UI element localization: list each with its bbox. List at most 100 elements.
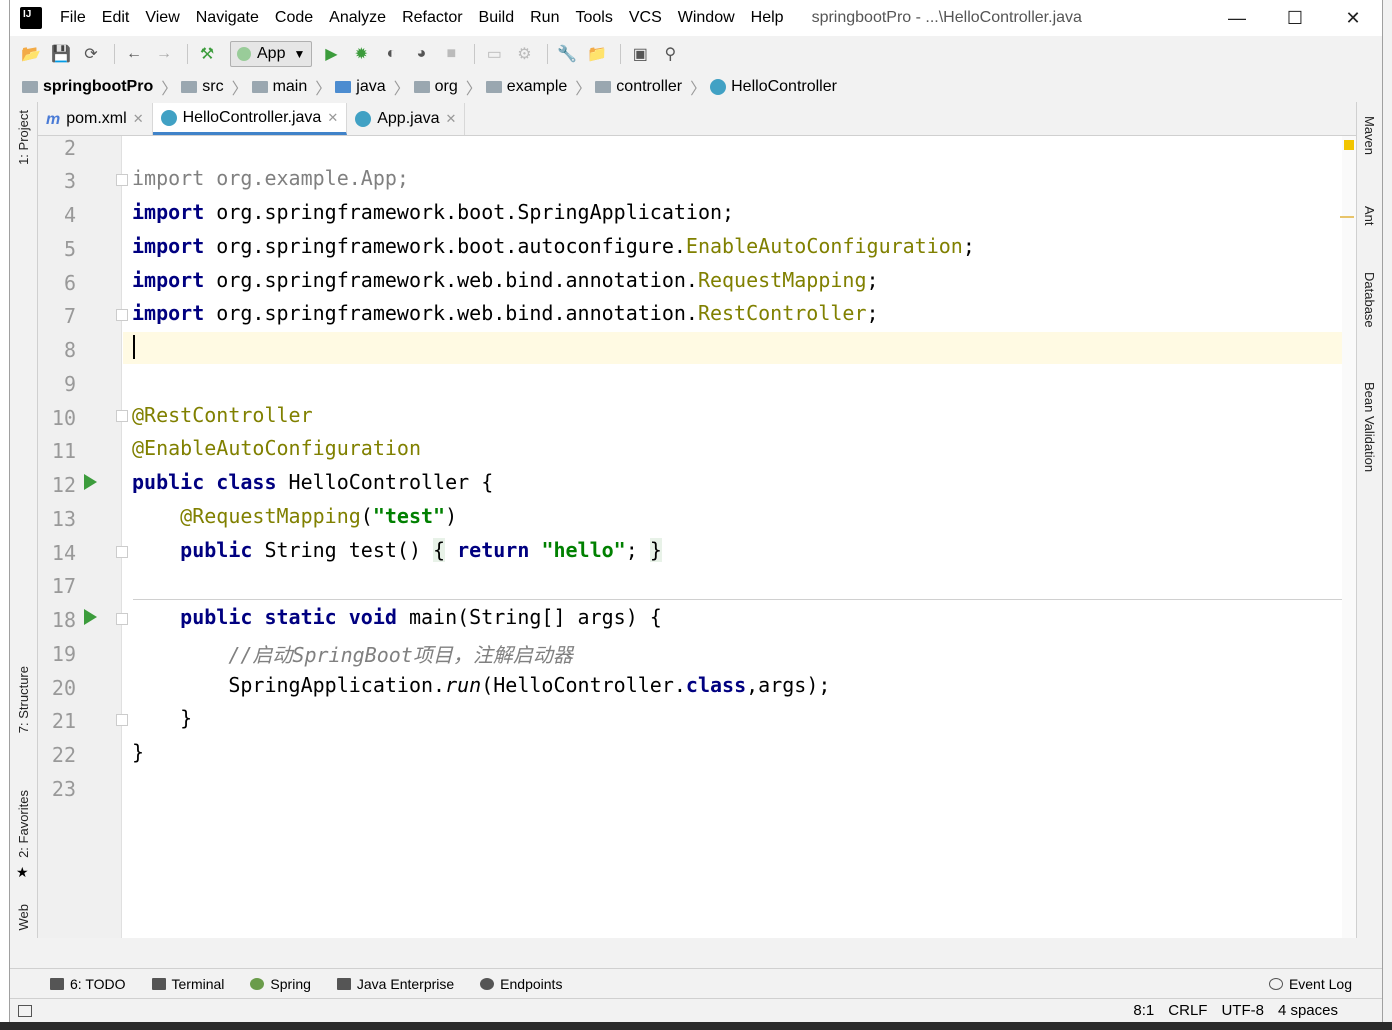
tool-java-enterprise[interactable]: Java Enterprise	[336, 976, 454, 992]
tool-web[interactable]: Web	[16, 904, 31, 931]
menu-view[interactable]: View	[137, 0, 187, 36]
run-gutter-icon[interactable]	[84, 474, 97, 490]
build-hammer-icon[interactable]: ⚒	[194, 41, 220, 67]
run-config-select[interactable]: App ▼	[230, 41, 313, 67]
breadcrumb-src[interactable]: src	[181, 78, 224, 96]
menu-refactor[interactable]: Refactor	[394, 0, 470, 36]
tool-label: Endpoints	[500, 975, 563, 992]
tab-label: HelloController.java	[182, 108, 322, 126]
close-icon[interactable]: ✕	[133, 111, 144, 127]
code-comment: //启动SpringBoot项目，注解启动器	[228, 643, 573, 667]
tab-app-java[interactable]: App.java ✕	[347, 103, 466, 135]
tool-event-log[interactable]: Event Log	[1268, 976, 1352, 992]
breadcrumb-main[interactable]: main	[251, 78, 307, 96]
breadcrumb-class[interactable]: HelloController	[710, 78, 837, 96]
line-number: 14	[51, 541, 76, 565]
settings-wrench-icon[interactable]: 🔧	[554, 41, 580, 67]
java-ee-icon	[336, 977, 351, 990]
menu-vcs[interactable]: VCS	[621, 0, 670, 36]
class-icon	[355, 111, 372, 127]
list-icon	[50, 977, 64, 990]
fold-marker-icon[interactable]	[116, 546, 128, 558]
toolbar-separator	[187, 44, 188, 64]
module-folder-icon	[22, 81, 38, 93]
line-number: 12	[51, 473, 76, 497]
vcs-icon[interactable]: ⚙	[511, 41, 537, 67]
menu-tools[interactable]: Tools	[567, 0, 620, 36]
run-gutter-icon[interactable]	[84, 609, 97, 625]
tool-spring[interactable]: Spring	[250, 976, 311, 992]
right-tool-strip: Maven Ant Database Bean Validation	[1356, 102, 1382, 938]
minimize-button[interactable]: —	[1208, 0, 1266, 36]
breadcrumb-java[interactable]: java	[335, 78, 386, 96]
fold-marker-icon[interactable]	[116, 613, 128, 625]
menu-file[interactable]: File	[52, 0, 94, 36]
error-stripe-marker[interactable]	[1340, 216, 1354, 218]
run-icon[interactable]: ▶	[318, 41, 344, 67]
window-title: springbootPro - ...\HelloController.java	[811, 9, 1082, 26]
fold-marker-icon[interactable]	[116, 410, 128, 422]
tab-hellocontroller[interactable]: HelloController.java ✕	[152, 103, 348, 135]
close-button[interactable]: ✕	[1324, 0, 1382, 36]
forward-arrow-icon[interactable]: →	[151, 41, 177, 67]
menu-window[interactable]: Window	[670, 0, 743, 36]
chevron-right-icon: 〉	[575, 81, 592, 98]
chevron-down-icon: ▼	[293, 47, 306, 61]
line-number: 10	[51, 406, 76, 430]
tool-endpoints[interactable]: Endpoints	[480, 976, 562, 992]
menu-help[interactable]: Help	[743, 0, 792, 36]
profile-icon[interactable]: ◕	[408, 41, 434, 67]
line-separator[interactable]: CRLF	[1168, 1002, 1207, 1019]
project-structure-icon[interactable]: 📁	[584, 41, 610, 67]
breadcrumb-controller[interactable]: controller	[595, 78, 682, 96]
close-icon[interactable]: ✕	[446, 111, 457, 127]
tool-todo[interactable]: 6: TODO	[50, 976, 126, 992]
stop-icon[interactable]: ■	[438, 41, 464, 67]
open-folder-icon[interactable]: 📂	[18, 41, 44, 67]
tool-label: Ant	[1362, 206, 1377, 226]
menu-run[interactable]: Run	[522, 0, 567, 36]
back-arrow-icon[interactable]: ←	[121, 41, 147, 67]
menu-build[interactable]: Build	[471, 0, 523, 36]
tool-database[interactable]: Database	[1362, 272, 1377, 328]
maximize-button[interactable]: ☐	[1266, 0, 1324, 36]
vertical-scrollbar[interactable]	[1340, 136, 1356, 938]
tool-favorites[interactable]: 2: Favorites	[16, 790, 31, 858]
intellij-logo-icon[interactable]: IJ	[17, 4, 42, 29]
attach-icon[interactable]: ▭	[481, 41, 507, 67]
tool-maven[interactable]: Maven	[1362, 116, 1377, 155]
tool-project[interactable]: 1: Project	[16, 110, 31, 165]
debug-bug-icon[interactable]: ✹	[348, 41, 374, 67]
tool-ant[interactable]: Ant	[1362, 206, 1377, 226]
sync-icon[interactable]: ⟳	[78, 41, 104, 67]
breadcrumb-example[interactable]: example	[485, 78, 567, 96]
code-line-3: import org.example.App;	[132, 166, 409, 190]
menu-analyze[interactable]: Analyze	[321, 0, 394, 36]
menu-code[interactable]: Code	[267, 0, 321, 36]
code-editor[interactable]: 2 3 4 5 6 7 8 9 10 11 12 13 14 17 18 19 …	[38, 136, 1356, 938]
toggle-panels-icon[interactable]	[18, 1004, 32, 1017]
tab-pom-xml[interactable]: m pom.xml ✕	[38, 103, 153, 135]
line-number: 3	[63, 169, 76, 193]
close-icon[interactable]: ✕	[327, 110, 338, 126]
menu-bar: File Edit View Navigate Code Analyze Ref…	[52, 0, 792, 36]
fold-marker-icon[interactable]	[116, 714, 128, 726]
tool-structure[interactable]: 7: Structure	[16, 666, 31, 733]
coverage-icon[interactable]: ◐	[378, 41, 404, 67]
horizontal-scrollbar[interactable]	[38, 938, 1356, 966]
breadcrumb-project[interactable]: springbootPro	[22, 78, 153, 96]
file-encoding[interactable]: UTF-8	[1221, 1002, 1264, 1019]
fold-marker-icon[interactable]	[116, 309, 128, 321]
tool-bean-validation[interactable]: Bean Validation	[1362, 382, 1377, 472]
warning-marker[interactable]	[1344, 140, 1354, 150]
save-icon[interactable]: 💾	[48, 41, 74, 67]
terminal-window-icon[interactable]: ▣	[627, 41, 653, 67]
breadcrumb-org[interactable]: org	[413, 78, 458, 96]
tool-terminal[interactable]: Terminal	[151, 976, 224, 992]
fold-marker-icon[interactable]	[116, 174, 128, 186]
indent-setting[interactable]: 4 spaces	[1278, 1002, 1338, 1019]
menu-edit[interactable]: Edit	[94, 0, 138, 36]
search-icon[interactable]: ⚲	[657, 41, 683, 67]
menu-navigate[interactable]: Navigate	[188, 0, 267, 36]
caret-position[interactable]: 8:1	[1133, 1002, 1154, 1019]
